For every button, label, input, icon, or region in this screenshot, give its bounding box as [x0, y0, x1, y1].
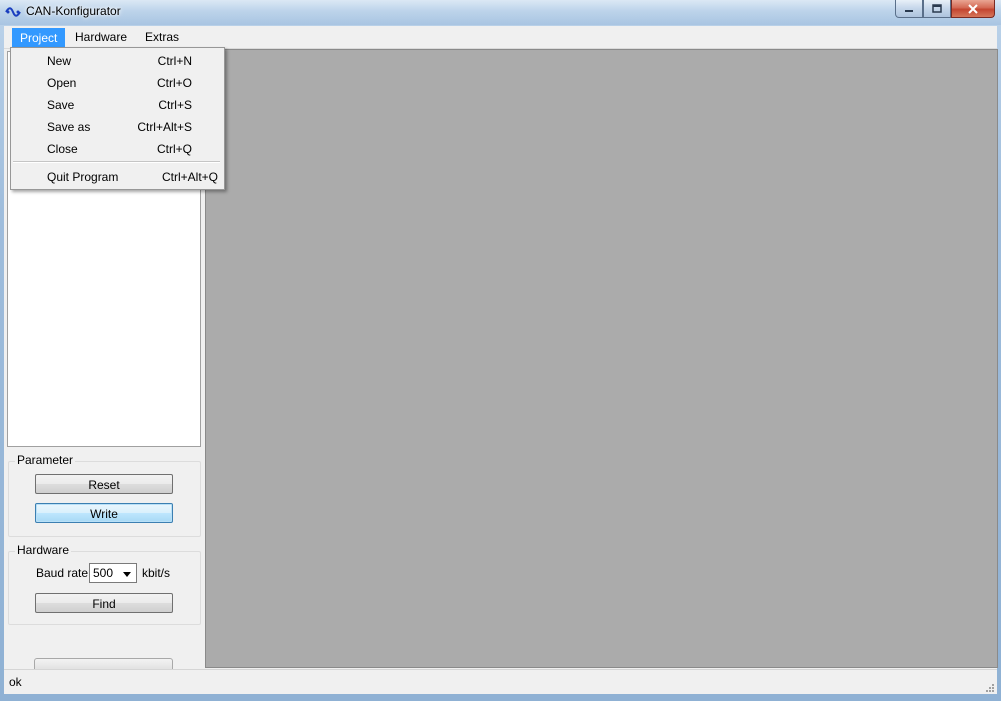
menu-item-shortcut: Ctrl+Alt+Q	[161, 170, 218, 184]
menu-hardware[interactable]: Hardware	[68, 28, 134, 46]
main-workspace	[205, 49, 998, 668]
baud-rate-unit: kbit/s	[142, 566, 171, 580]
status-bar: ok	[4, 669, 997, 694]
menu-item-label: Close	[47, 142, 78, 156]
menu-item-label: Save as	[47, 120, 91, 134]
parameter-group: Parameter Reset Write	[8, 453, 201, 537]
write-button[interactable]: Write	[35, 503, 173, 523]
menu-item-label: Open	[47, 76, 77, 90]
menu-item-save-as[interactable]: Save as Ctrl+Alt+S	[13, 116, 220, 138]
can-bus-icon	[5, 5, 21, 19]
title-bar[interactable]: CAN-Konfigurator	[0, 0, 1001, 25]
menu-item-shortcut: Ctrl+Alt+S	[137, 120, 192, 134]
close-icon	[968, 3, 978, 14]
menu-item-label: Save	[47, 98, 75, 112]
maximize-icon	[932, 4, 942, 13]
status-text: ok	[9, 675, 22, 689]
menu-item-label: Quit Program	[47, 170, 119, 184]
menu-item-close[interactable]: Close Ctrl+Q	[13, 138, 220, 160]
project-menu-dropdown: New Ctrl+N Open Ctrl+O Save Ctrl+S Save …	[10, 47, 225, 190]
menu-item-label: New	[47, 54, 72, 68]
parameter-group-title: Parameter	[15, 453, 76, 467]
chevron-down-icon	[123, 572, 131, 577]
menu-separator	[13, 161, 220, 163]
menu-item-quit-program[interactable]: Quit Program Ctrl+Alt+Q	[13, 166, 220, 188]
hardware-group-title: Hardware	[15, 543, 72, 557]
baud-rate-value: 500	[93, 566, 114, 580]
caption-buttons	[895, 0, 995, 18]
baud-rate-label: Baud rate	[36, 566, 89, 580]
menu-item-open[interactable]: Open Ctrl+O	[13, 72, 220, 94]
minimize-icon	[905, 9, 913, 12]
menu-item-save[interactable]: Save Ctrl+S	[13, 94, 220, 116]
hardware-group: Hardware Baud rate 500 kbit/s Find	[8, 543, 201, 625]
baud-rate-select[interactable]: 500	[89, 563, 137, 583]
app-window: CAN-Konfigurator Project Hardware Extras…	[0, 0, 1001, 701]
menu-project[interactable]: Project	[12, 28, 66, 48]
menu-item-new[interactable]: New Ctrl+N	[13, 50, 220, 72]
menu-extras[interactable]: Extras	[138, 28, 186, 46]
menu-bar: Project Hardware Extras	[4, 26, 997, 49]
menu-item-shortcut: Ctrl+O	[156, 76, 192, 90]
minimize-button[interactable]	[895, 0, 923, 18]
reset-button[interactable]: Reset	[35, 474, 173, 494]
resize-grip-icon[interactable]	[984, 681, 994, 692]
close-button[interactable]	[951, 0, 995, 18]
find-button[interactable]: Find	[35, 593, 173, 613]
menu-item-shortcut: Ctrl+S	[158, 98, 192, 112]
window-title: CAN-Konfigurator	[26, 4, 121, 18]
menu-item-shortcut: Ctrl+N	[157, 54, 192, 68]
maximize-button[interactable]	[923, 0, 951, 18]
menu-item-shortcut: Ctrl+Q	[156, 142, 192, 156]
